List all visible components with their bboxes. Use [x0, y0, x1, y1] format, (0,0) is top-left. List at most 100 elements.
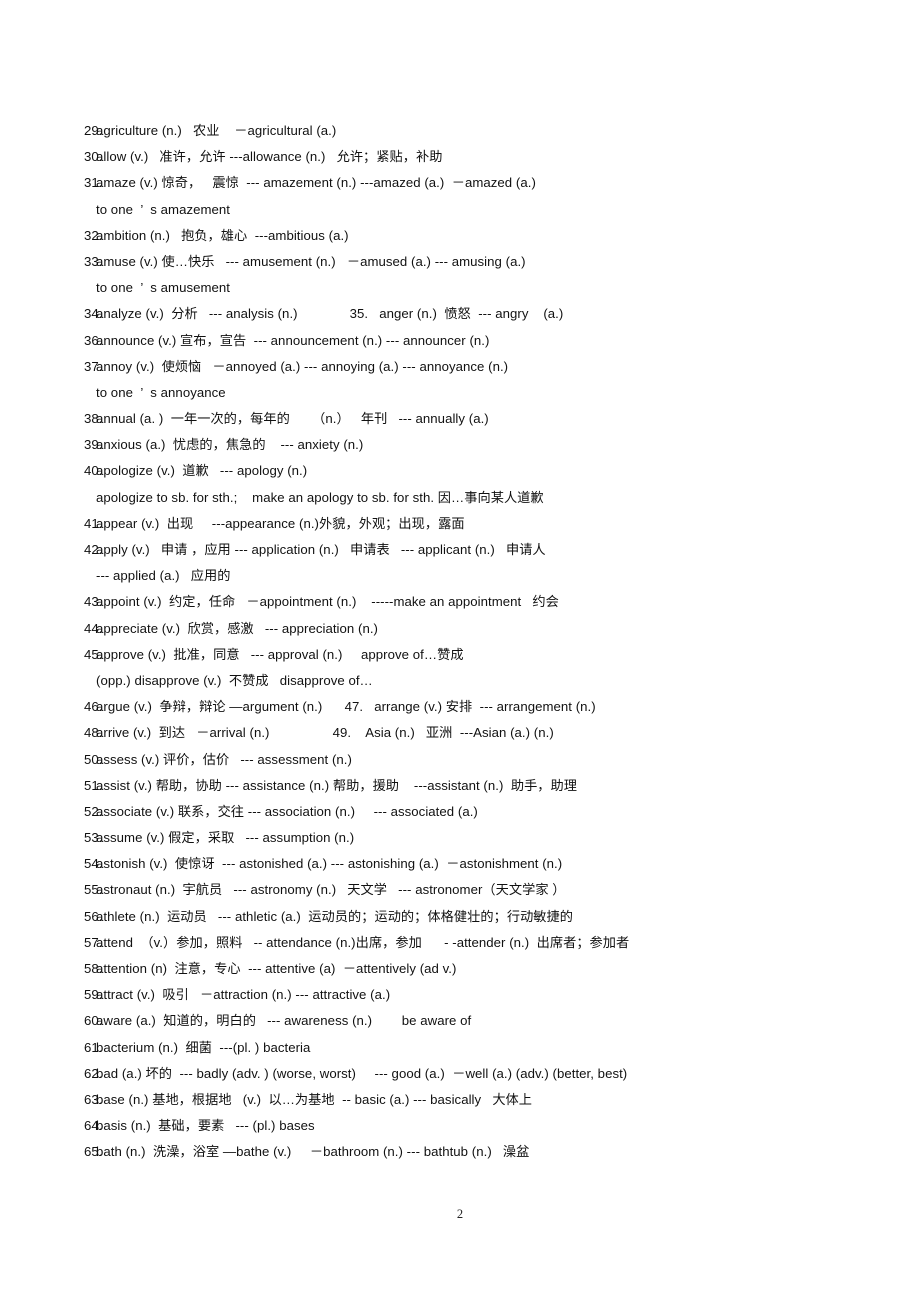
entry-line: 52. associate (v.) 联系，交往 --- association …	[60, 799, 860, 825]
entry-number: 34.	[84, 306, 103, 322]
vocabulary-entry: 41. appear (v.) 出现 ---appearance (n.)外貌，外…	[60, 511, 860, 537]
vocabulary-entry: 36. announce (v.) 宣布，宣告 --- announcement …	[60, 328, 860, 354]
vocabulary-entry: 38. annual (a. ) 一年一次的，每年的 （n.） 年刊 --- an…	[60, 406, 860, 432]
entry-number: 48.	[84, 725, 103, 741]
entry-line: 42. apply (v.) 申请 ，应用 --- application (n.…	[60, 537, 860, 563]
entry-text: amuse (v.) 使…快乐 --- amusement (n.) －amus…	[96, 253, 526, 269]
vocabulary-entry: 55. astronaut (n.) 宇航员 --- astronomy (n.)…	[60, 877, 860, 903]
entry-text: athlete (n.) 运动员 --- athletic (a.) 运动员的；…	[96, 908, 574, 924]
entry-text: attention (n) 注意，专心 --- attentive (a) －a…	[96, 961, 457, 976]
vocabulary-entry: 60. aware (a.) 知道的，明白的 --- awareness (n.)…	[60, 1008, 860, 1034]
entry-text: astronaut (n.) 宇航员 --- astronomy (n.) 天文…	[96, 882, 566, 898]
entry-text: argue (v.) 争辩，辩论 —argument (n.) 47. arra…	[96, 699, 596, 715]
entry-number: 65.	[84, 1144, 103, 1160]
entry-line: 65. bath (n.) 洗澡，浴室 —bathe (v.) －bathroom…	[60, 1139, 860, 1165]
entry-line: 37. annoy (v.) 使烦恼 －annoyed (a.) --- anno…	[60, 354, 860, 380]
entry-text: bath (n.) 洗澡，浴室 —bathe (v.) －bathroom (n…	[96, 1144, 530, 1160]
entry-line: 46. argue (v.) 争辩，辩论 —argument (n.) 47. a…	[60, 694, 860, 720]
entry-text: assume (v.) 假定，采取 --- assumption (n.)	[96, 830, 355, 846]
entry-text: annoy (v.) 使烦恼 －annoyed (a.) --- annoyin…	[96, 358, 509, 374]
entry-text: anxious (a.) 忧虑的，焦急的 --- anxiety (n.)	[96, 437, 364, 453]
entry-text: ambition (n.) 抱负，雄心 ---ambitious (a.)	[96, 227, 349, 243]
entry-number: 32.	[84, 227, 103, 243]
entry-line: 61. bacterium (n.) 细菌 ---(pl. ) bacteria	[60, 1035, 860, 1061]
vocabulary-entry: 53. assume (v.) 假定，采取 --- assumption (n.)	[60, 825, 860, 851]
vocabulary-entry: 42. apply (v.) 申请 ，应用 --- application (n.…	[60, 537, 860, 589]
entry-line: 30. allow (v.) 准许，允许 ---allowance (n.) 允许…	[60, 144, 860, 170]
entry-text: attract (v.) 吸引 －attraction (n.) --- att…	[96, 987, 391, 1003]
vocabulary-entry: 30. allow (v.) 准许，允许 ---allowance (n.) 允许…	[60, 144, 860, 170]
vocabulary-entry: 32. ambition (n.) 抱负，雄心 ---ambitious (a.)	[60, 223, 860, 249]
entry-text: allow (v.) 准许，允许 ---allowance (n.) 允许；紧贴…	[96, 149, 443, 165]
vocabulary-entry: 58. attention (n) 注意，专心 --- attentive (a)…	[60, 956, 860, 982]
entry-number: 59.	[84, 987, 103, 1003]
entry-number: 52.	[84, 803, 103, 819]
entry-line: 39. anxious (a.) 忧虑的，焦急的 --- anxiety (n.)	[60, 432, 860, 458]
vocabulary-entry: 63. base (n.) 基地，根据地 (v.) 以…为基地 -- basic …	[60, 1087, 860, 1113]
entry-number: 58.	[84, 961, 103, 976]
entry-line: 41. appear (v.) 出现 ---appearance (n.)外貌，外…	[60, 511, 860, 537]
entry-number: 37.	[84, 358, 103, 374]
entry-text: arrive (v.) 到达 －arrival (n.) 49. Asia (n…	[96, 725, 554, 741]
entry-number: 56.	[84, 908, 103, 924]
entry-number: 39.	[84, 437, 103, 453]
entry-text: apply (v.) 申请 ，应用 --- application (n.) 申…	[96, 542, 546, 557]
entry-line: 38. annual (a. ) 一年一次的，每年的 （n.） 年刊 --- an…	[60, 406, 860, 432]
entry-number: 42.	[84, 542, 103, 557]
entry-text: (opp.) disapprove (v.) 不赞成 disapprove of…	[96, 672, 373, 688]
entry-text: annual (a. ) 一年一次的，每年的 （n.） 年刊 --- annua…	[96, 411, 489, 427]
entry-number: 55.	[84, 882, 103, 898]
vocabulary-entry: 57. attend （v.）参加，照料 -- attendance (n.)出席…	[60, 930, 860, 956]
entry-line: 36. announce (v.) 宣布，宣告 --- announcement …	[60, 328, 860, 354]
vocabulary-entry: 50. assess (v.) 评价，估价 --- assessment (n.)	[60, 747, 860, 773]
entry-line: 44. appreciate (v.) 欣赏，感激 --- appreciatio…	[60, 616, 860, 642]
entry-line: 60. aware (a.) 知道的，明白的 --- awareness (n.)…	[60, 1008, 860, 1034]
vocabulary-entry: 31. amaze (v.) 惊奇， 震惊 --- amazement (n.) …	[60, 170, 860, 222]
entry-line: 50. assess (v.) 评价，估价 --- assessment (n.)	[60, 747, 860, 773]
vocabulary-entry: 61. bacterium (n.) 细菌 ---(pl. ) bacteria	[60, 1035, 860, 1061]
entry-line: 59. attract (v.) 吸引 －attraction (n.) --- …	[60, 982, 860, 1008]
vocabulary-entry: 56. athlete (n.) 运动员 --- athletic (a.) 运动…	[60, 904, 860, 930]
vocabulary-entry: 43. appoint (v.) 约定，任命 －appointment (n.) …	[60, 589, 860, 615]
entry-text: to one ’ s annoyance	[96, 384, 226, 400]
entry-line: 55. astronaut (n.) 宇航员 --- astronomy (n.)…	[60, 877, 860, 903]
entry-line: 43. appoint (v.) 约定，任命 －appointment (n.) …	[60, 589, 860, 615]
entry-number: 60.	[84, 1013, 103, 1029]
entry-line: 34. analyze (v.) 分析 --- analysis (n.) 35.…	[60, 301, 860, 327]
entry-line: 32. ambition (n.) 抱负，雄心 ---ambitious (a.)	[60, 223, 860, 249]
vocabulary-entry-list: 29. agriculture (n.) 农业 －agricultural (a.…	[60, 118, 860, 1166]
entry-text: bad (a.) 坏的 --- badly (adv. ) (worse, wo…	[96, 1065, 628, 1081]
page-number: 2	[456, 1207, 464, 1221]
vocabulary-entry: 62. bad (a.) 坏的 --- badly (adv. ) (worse,…	[60, 1061, 860, 1087]
entry-continuation-line: 40.apologize to sb. for sth.; make an ap…	[60, 485, 860, 511]
entry-text: base (n.) 基地，根据地 (v.) 以…为基地 -- basic (a.…	[96, 1091, 533, 1107]
entry-number: 30.	[84, 149, 103, 165]
entry-line: 62. bad (a.) 坏的 --- badly (adv. ) (worse,…	[60, 1061, 860, 1087]
entry-line: 48. arrive (v.) 到达 －arrival (n.) 49. Asia…	[60, 720, 860, 746]
entry-continuation-line: 31.to one ’ s amazement	[60, 197, 860, 223]
entry-line: 45. approve (v.) 批准，同意 --- approval (n.) …	[60, 642, 860, 668]
entry-continuation-line: 37.to one ’ s annoyance	[60, 380, 860, 406]
entry-text: analyze (v.) 分析 --- analysis (n.) 35. an…	[96, 306, 564, 322]
vocabulary-entry: 46. argue (v.) 争辩，辩论 —argument (n.) 47. a…	[60, 694, 860, 720]
entry-text: to one ’ s amazement	[96, 201, 231, 217]
entry-text: basis (n.) 基础，要素 --- (pl.) bases	[96, 1118, 315, 1134]
entry-number: 43.	[84, 594, 103, 610]
entry-text: appreciate (v.) 欣赏，感激 --- appreciation (…	[96, 620, 378, 636]
entry-number: 53.	[84, 830, 103, 846]
entry-text: attend （v.）参加，照料 -- attendance (n.)出席，参加…	[96, 934, 630, 950]
vocabulary-entry: 45. approve (v.) 批准，同意 --- approval (n.) …	[60, 642, 860, 694]
vocabulary-entry: 54. astonish (v.) 使惊讶 --- astonished (a.)…	[60, 851, 860, 877]
entry-number: 63.	[84, 1091, 103, 1107]
entry-line: 33. amuse (v.) 使…快乐 --- amusement (n.) －a…	[60, 249, 860, 275]
vocabulary-entry: 33. amuse (v.) 使…快乐 --- amusement (n.) －a…	[60, 249, 860, 301]
entry-number: 54.	[84, 856, 103, 872]
entry-number: 29.	[84, 123, 103, 138]
entry-number: 50.	[84, 751, 103, 767]
entry-text: associate (v.) 联系，交往 --- association (n.…	[96, 803, 478, 819]
vocabulary-entry: 37. annoy (v.) 使烦恼 －annoyed (a.) --- anno…	[60, 354, 860, 406]
vocabulary-entry: 44. appreciate (v.) 欣赏，感激 --- appreciatio…	[60, 616, 860, 642]
entry-text: aware (a.) 知道的，明白的 --- awareness (n.) be…	[96, 1013, 472, 1029]
entry-number: 31.	[84, 175, 103, 191]
entry-number: 40.	[84, 463, 103, 479]
